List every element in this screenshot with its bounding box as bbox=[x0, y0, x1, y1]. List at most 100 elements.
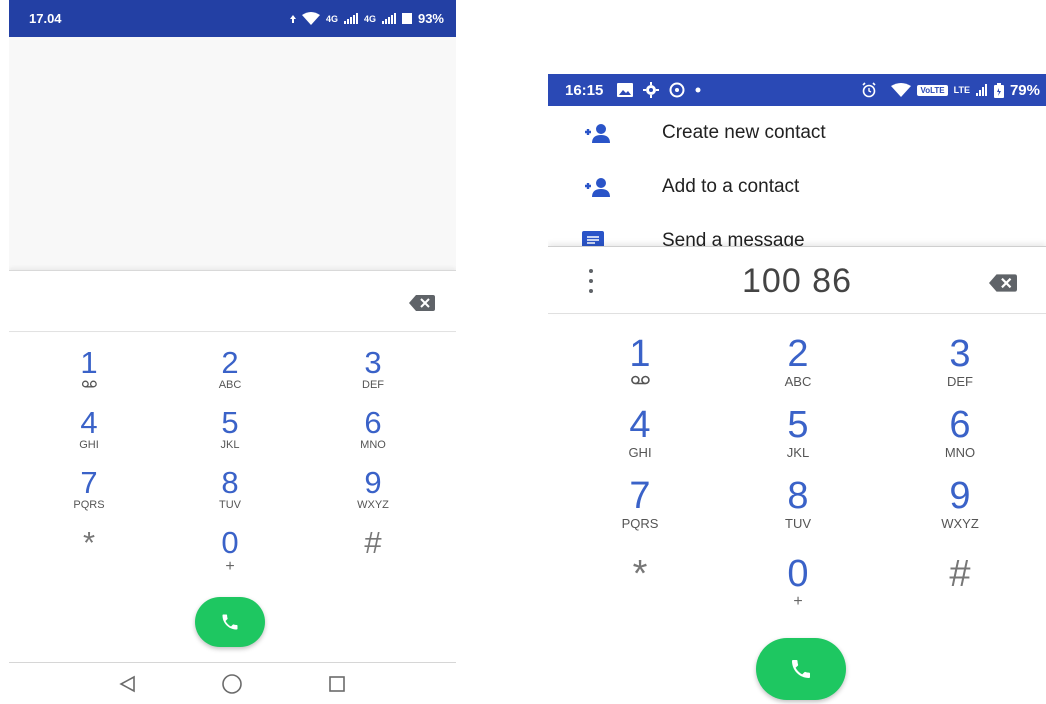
add-person-icon bbox=[582, 121, 612, 145]
wifi-icon bbox=[301, 12, 320, 25]
battery-percent: 79% bbox=[1009, 81, 1040, 99]
key-letters: GHI bbox=[628, 445, 652, 460]
lte-label: LTE bbox=[953, 85, 970, 95]
voicemail-icon bbox=[630, 375, 650, 385]
key-letters: DEF bbox=[362, 379, 384, 391]
dialpad-key-0[interactable]: 0 + bbox=[787, 555, 808, 611]
recents-button[interactable] bbox=[322, 671, 352, 697]
suggestion-label: Add to a contact bbox=[662, 176, 800, 197]
voicemail-icon bbox=[81, 380, 97, 388]
suggestion-label: Create new contact bbox=[662, 122, 826, 143]
call-button[interactable] bbox=[756, 638, 846, 700]
volte-badge: VoLTE bbox=[917, 84, 948, 96]
key-digit: 0 bbox=[787, 553, 809, 595]
battery-percent: 93% bbox=[417, 11, 444, 26]
left-phone-screen: 17.04 4G 4G 93% 1 2 ABC 3 DEF 4 GHI 5 JK… bbox=[9, 0, 456, 704]
digits-display: 100 86 bbox=[742, 261, 852, 300]
key-letters: WXYZ bbox=[357, 499, 389, 511]
dialpad-key-7[interactable]: 7 PQRS bbox=[73, 467, 104, 511]
backspace-icon bbox=[989, 274, 1017, 292]
status-bar: 17.04 4G 4G 93% bbox=[9, 0, 456, 37]
create-new-contact-item[interactable]: Create new contact bbox=[548, 106, 1046, 160]
key-digit: * bbox=[82, 525, 96, 560]
status-bar: 16:15 VoLTE LTE 79% bbox=[548, 74, 1046, 106]
dialpad-key-5[interactable]: 5 JKL bbox=[787, 406, 809, 460]
back-button[interactable] bbox=[113, 671, 143, 697]
key-digit: 4 bbox=[629, 404, 651, 446]
call-button[interactable] bbox=[195, 597, 265, 647]
dialpad-key-hash[interactable]: # bbox=[364, 527, 381, 558]
dialpad-key-hash[interactable]: # bbox=[949, 555, 970, 593]
key-digit: 8 bbox=[787, 475, 809, 517]
dot-icon bbox=[695, 87, 701, 93]
recents-icon bbox=[329, 676, 345, 692]
dialpad-key-9[interactable]: 9 WXYZ bbox=[357, 467, 389, 511]
key-letters: MNO bbox=[944, 445, 976, 460]
key-letters: JKL bbox=[220, 439, 240, 451]
dialpad-key-3[interactable]: 3 DEF bbox=[362, 347, 384, 391]
dialpad-key-2[interactable]: 2 ABC bbox=[785, 335, 812, 389]
key-letters: + bbox=[225, 558, 235, 575]
key-digit: 4 bbox=[80, 405, 98, 440]
phone-icon bbox=[222, 614, 238, 630]
data-arrow-icon bbox=[289, 14, 296, 23]
key-digit: 2 bbox=[787, 333, 809, 375]
key-digit: 2 bbox=[221, 345, 239, 380]
key-letters: GHI bbox=[79, 439, 99, 451]
dialpad-key-9[interactable]: 9 WXYZ bbox=[941, 477, 979, 531]
gear-icon bbox=[643, 82, 660, 98]
network-type-label: 4G bbox=[325, 13, 338, 24]
back-icon bbox=[119, 675, 135, 693]
key-digit: 3 bbox=[364, 345, 382, 380]
key-digit: 3 bbox=[949, 333, 971, 375]
battery-icon bbox=[993, 82, 1004, 98]
digits-field[interactable] bbox=[9, 270, 456, 332]
dialpad-key-3[interactable]: 3 DEF bbox=[947, 335, 973, 389]
alarm-icon bbox=[861, 82, 877, 98]
dialpad-key-1[interactable]: 1 bbox=[629, 333, 651, 385]
key-digit: * bbox=[632, 553, 648, 595]
status-time: 16:15 bbox=[565, 81, 604, 99]
dialpad-key-star[interactable]: * bbox=[633, 555, 648, 593]
dialpad-key-1[interactable]: 1 bbox=[80, 347, 98, 388]
key-letters: TUV bbox=[785, 516, 811, 531]
key-digit: 5 bbox=[221, 405, 239, 440]
key-digit: 0 bbox=[221, 525, 239, 560]
digits-field[interactable]: 100 86 bbox=[548, 246, 1046, 314]
key-digit: 1 bbox=[629, 333, 651, 375]
key-digit: # bbox=[949, 553, 971, 595]
key-digit: 8 bbox=[221, 465, 239, 500]
backspace-button[interactable] bbox=[989, 274, 1017, 297]
dialpad-key-6[interactable]: 6 MNO bbox=[945, 406, 975, 460]
suggestions-list: Create new contact Add to a contact Send… bbox=[548, 106, 1046, 251]
dialpad-key-4[interactable]: 4 GHI bbox=[79, 407, 99, 451]
backspace-button[interactable] bbox=[409, 295, 435, 316]
add-to-contact-item[interactable]: Add to a contact bbox=[548, 160, 1046, 214]
key-digit: # bbox=[364, 525, 382, 560]
right-phone-screen: 16:15 VoLTE LTE 79% Create new contact A… bbox=[548, 74, 1046, 704]
dialpad-key-star[interactable]: * bbox=[83, 527, 95, 558]
key-letters: TUV bbox=[219, 499, 241, 511]
key-letters: JKL bbox=[786, 445, 810, 460]
dialpad-key-2[interactable]: 2 ABC bbox=[219, 347, 242, 391]
hotspot-icon bbox=[669, 82, 685, 98]
key-letters: WXYZ bbox=[941, 516, 979, 531]
dialpad-key-8[interactable]: 8 TUV bbox=[219, 467, 241, 511]
phone-icon bbox=[792, 660, 810, 678]
dialpad-key-8[interactable]: 8 TUV bbox=[785, 477, 811, 531]
suggestions-area bbox=[9, 37, 456, 270]
home-button[interactable] bbox=[217, 671, 247, 697]
status-time: 17.04 bbox=[29, 11, 62, 26]
key-digit: 6 bbox=[949, 404, 971, 446]
key-letters: PQRS bbox=[621, 516, 659, 531]
key-digit: 7 bbox=[80, 465, 98, 500]
dialpad-key-4[interactable]: 4 GHI bbox=[628, 406, 651, 460]
dialpad-key-7[interactable]: 7 PQRS bbox=[622, 477, 659, 531]
home-icon bbox=[222, 674, 242, 694]
image-icon bbox=[617, 83, 634, 97]
dialpad-key-5[interactable]: 5 JKL bbox=[221, 407, 240, 451]
add-person-icon bbox=[582, 175, 612, 199]
dialpad-key-6[interactable]: 6 MNO bbox=[360, 407, 386, 451]
key-digit: 5 bbox=[787, 404, 809, 446]
dialpad-key-0[interactable]: 0 + bbox=[221, 527, 238, 576]
